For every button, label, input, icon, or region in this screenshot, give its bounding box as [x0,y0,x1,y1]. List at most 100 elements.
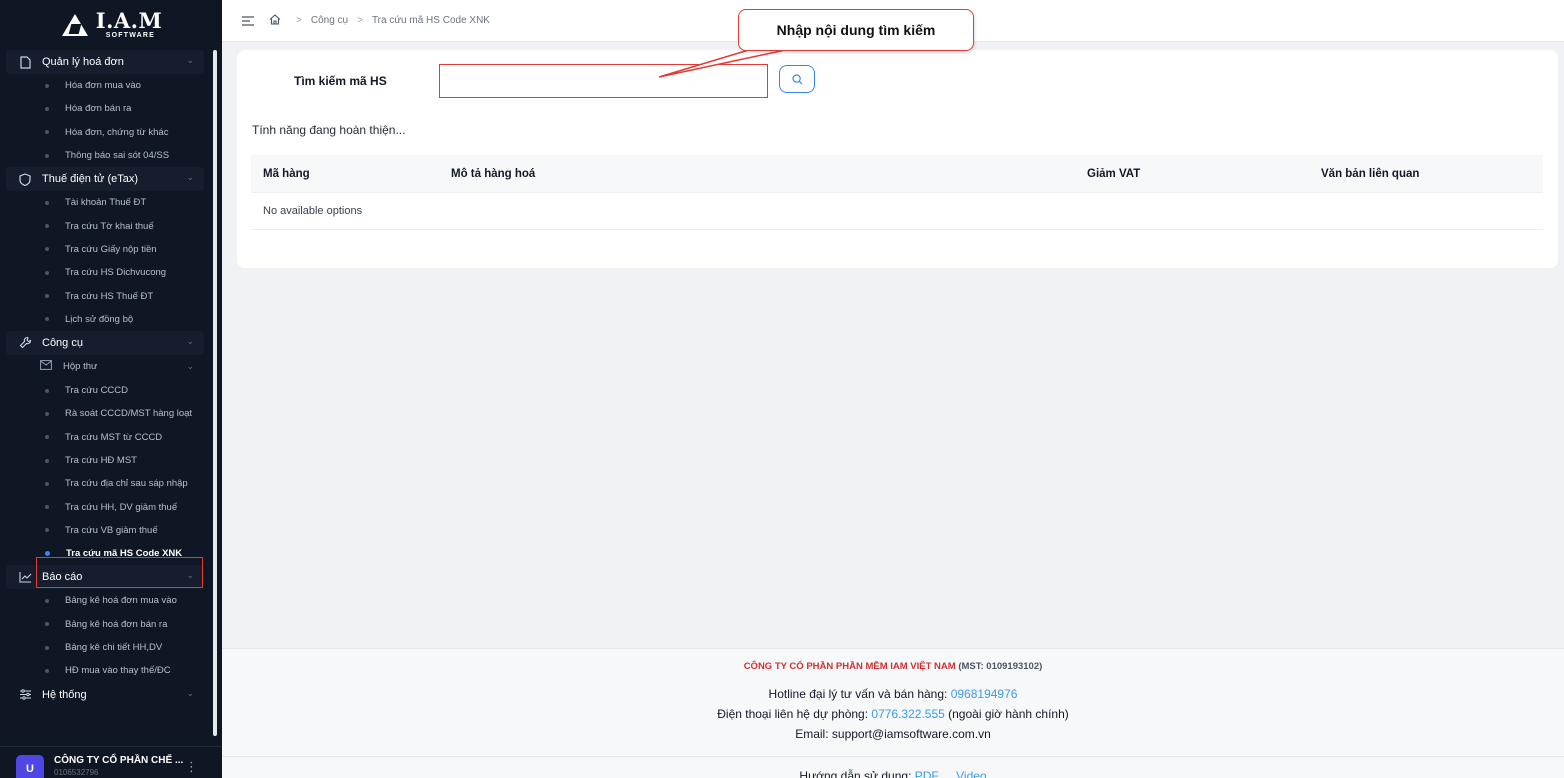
feature-notice: Tính năng đang hoàn thiện... [252,123,406,137]
sidebar-item-label: Tra cứu Tờ khai thuế [65,220,154,232]
bullet-icon [45,317,49,322]
sidebar-item-label: Tra cứu CCCD [65,385,129,397]
sidebar-item-label: Tra cứu MST từ CCCD [65,431,163,443]
footer-guide: Hướng dẫn sử dụng: PDF Video [222,769,1564,778]
sidebar-item[interactable]: Hóa đơn bán ra [0,97,210,120]
footer-backup-phone: Điện thoại liên hệ dự phòng: 0776.322.55… [222,707,1564,721]
breadcrumb-item[interactable]: Công cụ [311,15,348,26]
sidebar-item[interactable]: Tra cứu CCCD [0,379,210,402]
column-header-vat[interactable]: Giảm VAT [1087,168,1140,180]
sidebar-group-label: Thuế điện tử (eTax) [42,173,139,186]
chevron-down-icon: ⌄ [186,335,194,346]
sidebar-item-label: Bảng kê chi tiết HH,DV [65,642,163,654]
sidebar-item-label: Tra cứu mã HS Code XNK [66,548,183,560]
sidebar-item[interactable]: Tra cứu VB giảm thuế [0,519,210,542]
brand-logo[interactable]: I.A.M SOFTWARE [0,0,222,48]
sidebar-item-label: Hóa đơn bán ra [65,103,132,115]
sidebar-item-label: Tra cứu Giấy nộp tiền [65,243,157,255]
bullet-icon [45,106,49,111]
sidebar: I.A.M SOFTWARE Quản lý hoá đơn ⌄ Hóa đơn… [0,0,222,778]
sidebar-item[interactable]: Tra cứu địa chỉ sau sáp nhập [0,472,210,495]
sidebar-item-label: Tra cứu HĐ MST [65,455,137,466]
sidebar-item[interactable]: Tra cứu HĐ MST [0,449,210,472]
sidebar-group-system[interactable]: Hệ thống ⌄ [6,683,204,707]
bullet-icon [45,200,49,205]
sidebar-item-label: Bảng kê hoá đơn bán ra [65,618,168,630]
bullet-icon [45,435,49,440]
sidebar-group-label: Quản lý hoá đơn [42,56,124,68]
bullet-icon [45,411,49,416]
sidebar-item[interactable]: Tra cứu HH, DV giảm thuế [0,495,210,518]
sidebar-group-label: Hệ thống [42,688,87,701]
sidebar-nav: Quản lý hoá đơn ⌄ Hóa đơn mua vào Hóa đơ… [0,50,210,707]
bullet-icon [45,270,49,275]
bullet-icon [45,458,49,463]
bullet-icon [45,130,49,135]
footer-email: Email: support@iamsoftware.com.vn [222,727,1564,741]
sidebar-group-reports[interactable]: Báo cáo ⌄ [6,565,204,590]
bullet-icon [45,528,49,533]
sidebar-item[interactable]: Tra cứu Tờ khai thuế [0,214,210,237]
sidebar-scrollbar[interactable] [213,50,217,736]
sidebar-item-label: Tra cứu HS Thuế ĐT [65,290,154,302]
sidebar-item[interactable]: Tra cứu Giấy nộp tiền [0,238,210,261]
column-header-description[interactable]: Mô tả hàng hoá [451,168,535,180]
sidebar-item-label: Bảng kê hoá đơn mua vào [65,595,177,607]
bullet-icon [45,551,50,557]
sidebar-item[interactable]: Hóa đơn mua vào [0,74,210,97]
sidebar-item[interactable]: Lịch sử đồng bộ [0,308,210,331]
column-header-code[interactable]: Mã hàng [263,168,310,180]
home-icon[interactable] [269,13,281,28]
guide-video-link[interactable]: Video [956,769,986,778]
bullet-icon [45,83,49,88]
email-label: Email: [795,727,829,741]
sidebar-item[interactable]: Rà soát CCCD/MST hàng loạt [0,402,210,425]
sidebar-item[interactable]: Bảng kê hoá đơn bán ra [0,613,210,636]
bullet-icon [45,294,49,299]
brand-sub: SOFTWARE [105,31,156,39]
sidebar-group-label: Báo cáo [42,571,83,584]
breadcrumb-separator-icon: > [296,15,302,26]
sidebar-item-label: Tra cứu HH, DV giảm thuế [65,501,178,513]
sliders-icon [18,688,32,702]
sidebar-item[interactable]: Thông báo sai sót 04/SS [0,144,210,167]
table-header-row: Mã hàng Mô tả hàng hoá Giảm VAT Văn bản … [251,155,1543,193]
user-profile[interactable]: U CÔNG TY CỔ PHẦN CHẾ ... 0106532796 ⋮ [0,746,222,778]
guide-pdf-link[interactable]: PDF [915,769,939,778]
bullet-icon [45,668,49,673]
avatar: U [16,755,44,778]
sidebar-item[interactable]: Tra cứu MST từ CCCD [0,426,210,449]
hs-table: Mã hàng Mô tả hàng hoá Giảm VAT Văn bản … [251,155,1543,230]
sidebar-group-invoices[interactable]: Quản lý hoá đơn ⌄ [6,50,204,74]
bullet-icon [45,481,49,486]
backup-phone-link[interactable]: 0776.322.555 [871,707,944,721]
sidebar-item[interactable]: Tra cứu HS Dichvucong [0,261,210,284]
bullet-icon [45,622,49,627]
email-address[interactable]: support@iamsoftware.com.vn [832,727,991,741]
sidebar-item[interactable]: HĐ mua vào thay thế/ĐC [0,659,210,682]
column-header-documents[interactable]: Văn bản liên quan [1321,168,1419,180]
sidebar-group-label: Công cụ [42,336,83,349]
sidebar-item[interactable]: Tài khoản Thuế ĐT [0,191,210,214]
more-vertical-icon[interactable]: ⋮ [185,759,198,775]
sidebar-item-hs-code-active[interactable]: Tra cứu mã HS Code XNK [0,542,210,565]
hotline-link[interactable]: 0968194976 [951,687,1018,701]
sidebar-item-label: Tra cứu địa chỉ sau sáp nhập [65,478,188,490]
search-button[interactable] [779,65,815,93]
sidebar-subgroup-mailbox[interactable]: Hộp thư ⌄ [0,355,210,379]
sidebar-item[interactable]: Bảng kê hoá đơn mua vào [0,589,210,612]
sidebar-item[interactable]: Tra cứu HS Thuế ĐT [0,284,210,307]
sidebar-item[interactable]: Bảng kê chi tiết HH,DV [0,636,210,659]
guide-label: Hướng dẫn sử dụng: [799,769,912,778]
sidebar-group-tools[interactable]: Công cụ ⌄ [6,330,204,355]
footer: CÔNG TY CỔ PHẦN PHẦN MỀM IAM VIỆT NAM (M… [222,648,1564,778]
sidebar-item[interactable]: Hóa đơn, chứng từ khác [0,121,210,144]
sidebar-group-etax[interactable]: Thuế điện tử (eTax) ⌄ [6,167,204,192]
hs-search-input[interactable] [439,64,768,98]
chevron-down-icon: ⌄ [186,570,194,581]
callout-annotation: Nhập nội dung tìm kiếm [738,9,974,51]
chevron-down-icon: ⌄ [186,55,194,65]
chevron-down-icon: ⌄ [186,172,194,183]
menu-toggle-icon[interactable] [242,13,255,29]
sidebar-item-label: Lịch sử đồng bộ [65,313,134,325]
